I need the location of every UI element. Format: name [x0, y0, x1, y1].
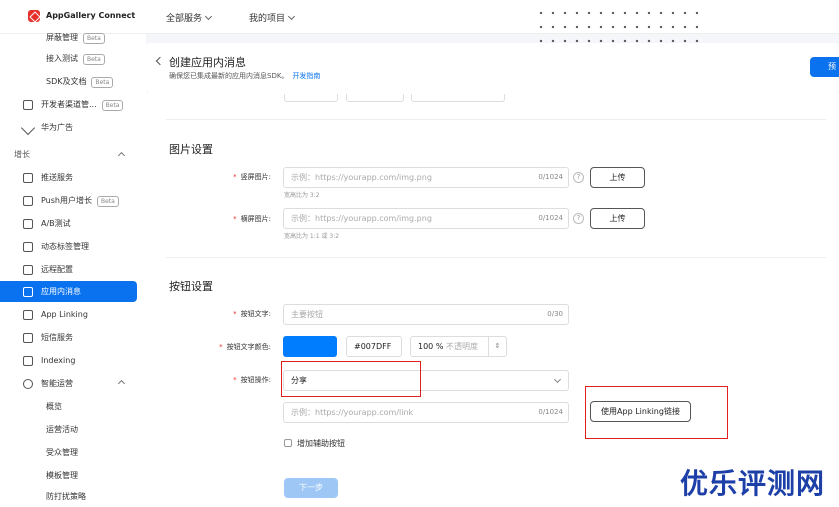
page-title: 创建应用内消息 [169, 56, 246, 69]
prev-field-stub [411, 94, 505, 102]
highlight-box-applinking [585, 386, 728, 439]
color-swatch[interactable] [283, 336, 337, 357]
all-services-label: 全部服务 [166, 14, 203, 24]
gear-icon [23, 379, 33, 389]
form-content: 图片设置 * 竖屏图片: 示例：https://yourapp.com/img.p… [146, 93, 839, 507]
sidebar-item-smart-ops[interactable]: 智能运营 [0, 373, 137, 394]
button-text-input[interactable]: 主要按钮 0/30 [283, 304, 569, 325]
sidebar-item-access-test[interactable]: 接入测试 Beta [0, 48, 137, 69]
sidebar-item-dynamic-tags[interactable]: 动态标签管理 [0, 236, 137, 257]
link-url-input[interactable]: 示例：https://yourapp.com/link 0/1024 [283, 402, 569, 423]
link-icon [23, 310, 33, 320]
sidebar-item-remote-config[interactable]: 远程配置 [0, 259, 137, 280]
users-icon [23, 196, 33, 206]
landscape-image-label: * 横屏图片: [233, 215, 271, 223]
upload-portrait-button[interactable]: 上传 [590, 167, 645, 188]
portrait-hint: 宽高比为 3:2 [284, 192, 320, 199]
rocket-icon [23, 173, 33, 183]
divider [166, 257, 826, 258]
beta-badge: Beta [97, 196, 119, 207]
watermark: 优乐评测网 [680, 467, 826, 500]
indexing-icon [23, 356, 33, 366]
tag-icon [23, 242, 33, 252]
sidebar-item-overview[interactable]: 概览 [0, 396, 137, 417]
opacity-input[interactable]: 100 % 不透明度 ⇕ [410, 336, 507, 357]
help-icon[interactable]: ? [573, 213, 584, 224]
preview-button[interactable]: 预 [810, 57, 839, 77]
char-count: 0/1024 [538, 173, 563, 181]
beta-badge: Beta [83, 33, 105, 44]
sidebar-item-campaigns[interactable]: 运营活动 [0, 419, 137, 440]
section-button-settings: 按钮设置 [169, 280, 213, 293]
portrait-image-label: * 竖屏图片: [233, 173, 271, 181]
upload-landscape-button[interactable]: 上传 [590, 208, 645, 229]
sidebar-item-templates[interactable]: 模板管理 [0, 465, 137, 486]
sidebar-item-audience[interactable]: 受众管理 [0, 442, 137, 463]
landscape-image-input[interactable]: 示例：https://yourapp.com/img.png 0/1024 [283, 208, 569, 229]
sidebar-item-push-growth[interactable]: Push用户增长 Beta [0, 190, 137, 211]
sms-icon [23, 333, 33, 343]
help-icon[interactable]: ? [573, 172, 584, 183]
sidebar-item-sms[interactable]: 短信服务 [0, 327, 137, 348]
all-services-menu[interactable]: 全部服务 [166, 11, 213, 24]
portrait-image-input[interactable]: 示例：https://yourapp.com/img.png 0/1024 [283, 167, 569, 188]
beta-badge: Beta [83, 54, 105, 65]
ads-icon [20, 120, 36, 136]
page-header: 创建应用内消息 确保您已集成最新的应用内消息SDK。 开发指南 预 [146, 43, 839, 93]
ab-test-icon [23, 219, 33, 229]
sidebar-item-sdk-docs[interactable]: SDK及文档 Beta [0, 71, 137, 92]
section-image-settings: 图片设置 [169, 143, 213, 156]
color-hex-input[interactable]: #007DFF [346, 336, 402, 357]
char-count: 0/1024 [538, 408, 563, 416]
sidebar-item-dev-channel[interactable]: 开发者渠道管... Beta [0, 94, 137, 115]
chevron-down-icon [204, 12, 213, 21]
config-icon [23, 265, 33, 275]
aux-button-checkbox[interactable] [284, 439, 292, 447]
beta-badge: Beta [91, 77, 114, 88]
dev-guide-link[interactable]: 开发指南 [292, 72, 320, 80]
aux-button-label: 增加辅助按钮 [297, 439, 345, 448]
page-subtitle: 确保您已集成最新的应用内消息SDK。 开发指南 [169, 72, 321, 80]
my-projects-menu[interactable]: 我的项目 [249, 11, 296, 24]
sidebar-item-push[interactable]: 推送服务 [0, 167, 137, 188]
beta-badge: Beta [101, 100, 124, 111]
highlight-box-action [281, 361, 421, 397]
back-arrow-icon[interactable] [155, 56, 165, 66]
message-icon [23, 287, 33, 297]
char-count: 0/30 [547, 310, 563, 318]
chevron-up-icon[interactable] [117, 151, 126, 160]
button-color-label: * 按钮文字颜色: [219, 343, 271, 351]
prev-field-stub [346, 94, 404, 102]
sidebar-item-indexing[interactable]: Indexing [0, 350, 137, 371]
button-text-label: * 按钮文字: [233, 310, 271, 318]
my-projects-label: 我的项目 [249, 14, 286, 24]
app-title: AppGallery Connect [46, 11, 136, 20]
sidebar-item-app-linking[interactable]: App Linking [0, 304, 137, 325]
chevron-down-icon [553, 375, 562, 384]
opacity-stepper-icon[interactable]: ⇕ [488, 336, 506, 357]
sidebar-item-anti-disturb[interactable]: 防打扰策略 [0, 486, 137, 507]
sidebar: 屏蔽管理 Beta 接入测试 Beta SDK及文档 Beta 开发者渠道管... Be… [0, 33, 146, 507]
prev-field-stub [284, 94, 338, 102]
char-count: 0/1024 [538, 214, 563, 222]
button-action-label: * 按钮操作: [233, 376, 271, 384]
sidebar-item-ab-test[interactable]: A/B测试 [0, 213, 137, 234]
next-button[interactable]: 下一步 [284, 478, 338, 498]
channel-icon [23, 100, 33, 110]
divider [166, 119, 826, 120]
chevron-down-icon [287, 12, 296, 21]
sidebar-item-in-app-message[interactable]: 应用内消息 [0, 281, 137, 302]
section-growth[interactable]: 增长 [14, 149, 30, 160]
sidebar-item-huawei-ads[interactable]: 华为广告 [0, 117, 137, 138]
sidebar-item-block-manage[interactable]: 屏蔽管理 Beta [0, 27, 137, 48]
landscape-hint: 宽高比为 1:1 或 3:2 [284, 233, 340, 240]
appgallery-logo-icon [28, 10, 40, 22]
